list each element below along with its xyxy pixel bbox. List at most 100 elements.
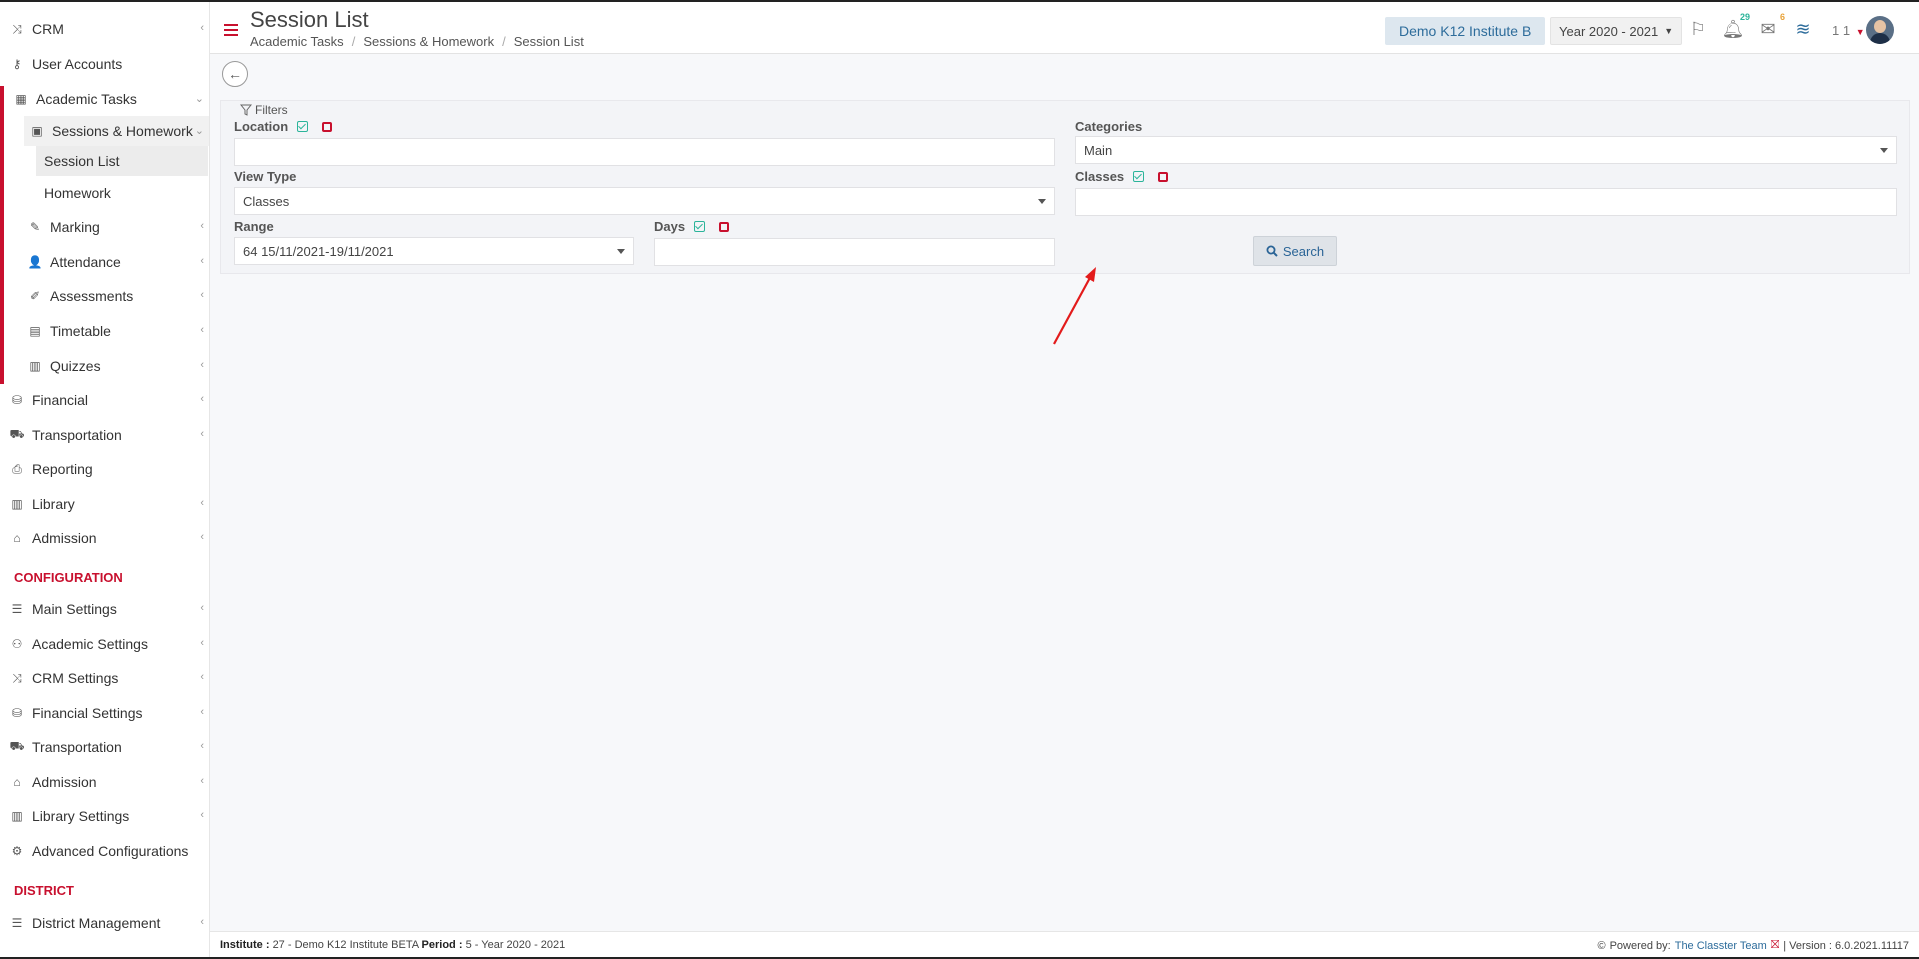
days-field[interactable] <box>654 238 1055 266</box>
sidebar-item-district-management[interactable]: ☰ District Management ‹ <box>0 908 209 938</box>
sidebar-item-transportation[interactable]: ⛟ Transportation ‹ <box>0 420 209 450</box>
user-check-icon: 👤 <box>27 255 43 269</box>
coins-icon: ⛁ <box>11 706 23 720</box>
sidebar-item-label: District Management <box>32 915 161 931</box>
chevron-left-icon: ‹ <box>200 740 204 752</box>
location-label: Location <box>234 119 333 134</box>
sidebar-item-library-settings[interactable]: ▥ Library Settings ‹ <box>0 801 209 831</box>
annotation-arrow-icon <box>1053 267 1096 345</box>
sidebar: ⤨ CRM ‹ ⚷ User Accounts ▦ Academic Tasks… <box>0 2 210 957</box>
deselect-all-icon[interactable] <box>322 121 333 132</box>
district-heading: DISTRICT <box>14 883 74 898</box>
sidebar-item-user-accounts[interactable]: ⚷ User Accounts <box>0 49 209 79</box>
chevron-left-icon: ‹ <box>200 428 204 440</box>
book-icon: ▥ <box>29 359 41 373</box>
categories-label: Categories <box>1075 119 1143 134</box>
top-header: Session List Academic Tasks / Sessions &… <box>210 2 1919 54</box>
sidebar-item-label: Marking <box>50 219 100 235</box>
institute-button[interactable]: Demo K12 Institute B <box>1385 17 1546 45</box>
sidebar-item-assessments[interactable]: ✐ Assessments ‹ <box>24 281 209 311</box>
sidebar-item-advanced-configurations[interactable]: ⚙ Advanced Configurations <box>0 836 209 866</box>
hamburger-menu-icon[interactable] <box>224 24 238 36</box>
chevron-left-icon: ‹ <box>200 324 204 336</box>
chevron-left-icon: ‹ <box>200 671 204 683</box>
footer-credits: © Powered by: The Classter Team ⛝ | Vers… <box>1597 939 1909 952</box>
deselect-all-icon[interactable] <box>719 221 730 232</box>
avatar[interactable] <box>1866 16 1894 44</box>
sidebar-item-main-settings[interactable]: ☰ Main Settings ‹ <box>0 594 209 624</box>
select-all-icon[interactable] <box>694 221 706 232</box>
sidebar-item-transportation-settings[interactable]: ⛟ Transportation ‹ <box>0 732 209 762</box>
chevron-left-icon: ‹ <box>200 255 204 267</box>
footer-period-label: Period : <box>421 939 463 951</box>
classes-field[interactable] <box>1075 188 1897 216</box>
powered-by-text: Powered by: <box>1609 939 1671 952</box>
sidebar-item-label: Timetable <box>50 323 111 339</box>
sidebar-item-label: Library <box>32 496 75 512</box>
view-type-select[interactable]: Classes <box>234 187 1055 215</box>
select-all-icon[interactable] <box>1133 171 1145 182</box>
sidebar-item-label: Academic Tasks <box>36 91 137 107</box>
sidebar-item-label: Academic Settings <box>32 636 148 652</box>
breadcrumb-item[interactable]: Sessions & Homework <box>363 34 494 49</box>
sidebar-item-financial-settings[interactable]: ⛁ Financial Settings ‹ <box>0 698 209 728</box>
sidebar-item-financial[interactable]: ⛁ Financial ‹ <box>0 385 209 415</box>
grid-icon: ▦ <box>15 92 27 106</box>
days-label: Days <box>654 219 730 234</box>
sidebar-item-sessions-homework[interactable]: ▣ Sessions & Homework ⌄ <box>24 116 209 146</box>
sidebar-item-label: User Accounts <box>32 56 123 72</box>
bus-icon: ⛟ <box>9 739 25 753</box>
breadcrumb-item[interactable]: Academic Tasks <box>250 34 344 49</box>
gift-icon: ⛝ <box>1770 939 1780 951</box>
location-field[interactable] <box>234 138 1055 166</box>
sidebar-item-admission-settings[interactable]: ⌂ Admission ‹ <box>0 767 209 797</box>
range-label: Range <box>234 219 274 234</box>
sidebar-item-crm-settings[interactable]: ⤨ CRM Settings ‹ <box>0 663 209 693</box>
sidebar-item-label: Reporting <box>32 461 93 477</box>
classes-label-text: Classes <box>1075 169 1125 184</box>
gears-icon: ⚙ <box>11 844 23 858</box>
sidebar-item-label: Admission <box>32 774 97 790</box>
deselect-all-icon[interactable] <box>1158 171 1169 182</box>
sidebar-item-label: CRM Settings <box>32 670 119 686</box>
sidebar-item-label: Transportation <box>32 427 122 443</box>
sidebar-item-timetable[interactable]: ▤ Timetable ‹ <box>24 316 209 346</box>
sidebar-item-session-list[interactable]: Session List <box>36 146 208 176</box>
bell-icon[interactable]: 🔔︎ 29 <box>1720 12 1750 42</box>
range-select[interactable]: 64 15/11/2021-19/11/2021 <box>234 237 634 265</box>
sidebar-item-homework[interactable]: Homework <box>36 178 208 208</box>
chevron-left-icon: ‹ <box>200 497 204 509</box>
books-icon: ▥ <box>11 809 23 823</box>
caret-down-icon: ▼ <box>1664 26 1674 36</box>
sidebar-item-label: Attendance <box>50 254 121 270</box>
select-all-icon[interactable] <box>297 121 309 132</box>
back-button[interactable]: ← <box>222 61 248 87</box>
envelope-icon[interactable]: ✉ 6 <box>1755 12 1785 42</box>
team-link[interactable]: The Classter Team <box>1675 940 1767 952</box>
books-icon: ▥ <box>11 497 23 511</box>
sidebar-item-admission[interactable]: ⌂ Admission ‹ <box>0 523 209 553</box>
sidebar-item-quizzes[interactable]: ▥ Quizzes ‹ <box>24 351 209 381</box>
flag-icon[interactable]: ⚐ <box>1685 16 1711 42</box>
sidebar-item-library[interactable]: ▥ Library ‹ <box>0 489 209 519</box>
search-button[interactable]: Search <box>1253 236 1337 266</box>
sidebar-item-reporting[interactable]: ⎙ Reporting <box>0 454 209 484</box>
calendar-icon: ▤ <box>29 324 41 338</box>
user-menu[interactable]: 1 1 ▼ <box>1832 23 1865 38</box>
filters-title-text: Filters <box>255 103 288 117</box>
sidebar-item-label: Financial Settings <box>32 705 143 721</box>
categories-select[interactable]: Main <box>1075 136 1897 164</box>
sidebar-item-attendance[interactable]: 👤 Attendance ‹ <box>24 247 209 277</box>
sidebar-item-crm[interactable]: ⤨ CRM ‹ <box>0 14 209 44</box>
sidebar-item-academic-settings[interactable]: ⚇ Academic Settings ‹ <box>0 629 209 659</box>
layers-add-icon[interactable]: ≋ <box>1790 16 1816 42</box>
sidebar-item-academic-tasks[interactable]: ▦ Academic Tasks ⌄ <box>4 84 209 114</box>
sidebar-item-marking[interactable]: ✎ Marking ‹ <box>24 212 209 242</box>
search-icon <box>1266 245 1278 257</box>
sidebar-item-label: Assessments <box>50 288 134 304</box>
notifications-badge: 29 <box>1739 12 1750 22</box>
year-select[interactable]: Year 2020 - 2021 ▼ <box>1550 17 1683 45</box>
sidebar-item-label: Library Settings <box>32 808 130 824</box>
pencil-square-icon: ✐ <box>29 289 41 303</box>
list-icon: ☰ <box>11 916 23 930</box>
